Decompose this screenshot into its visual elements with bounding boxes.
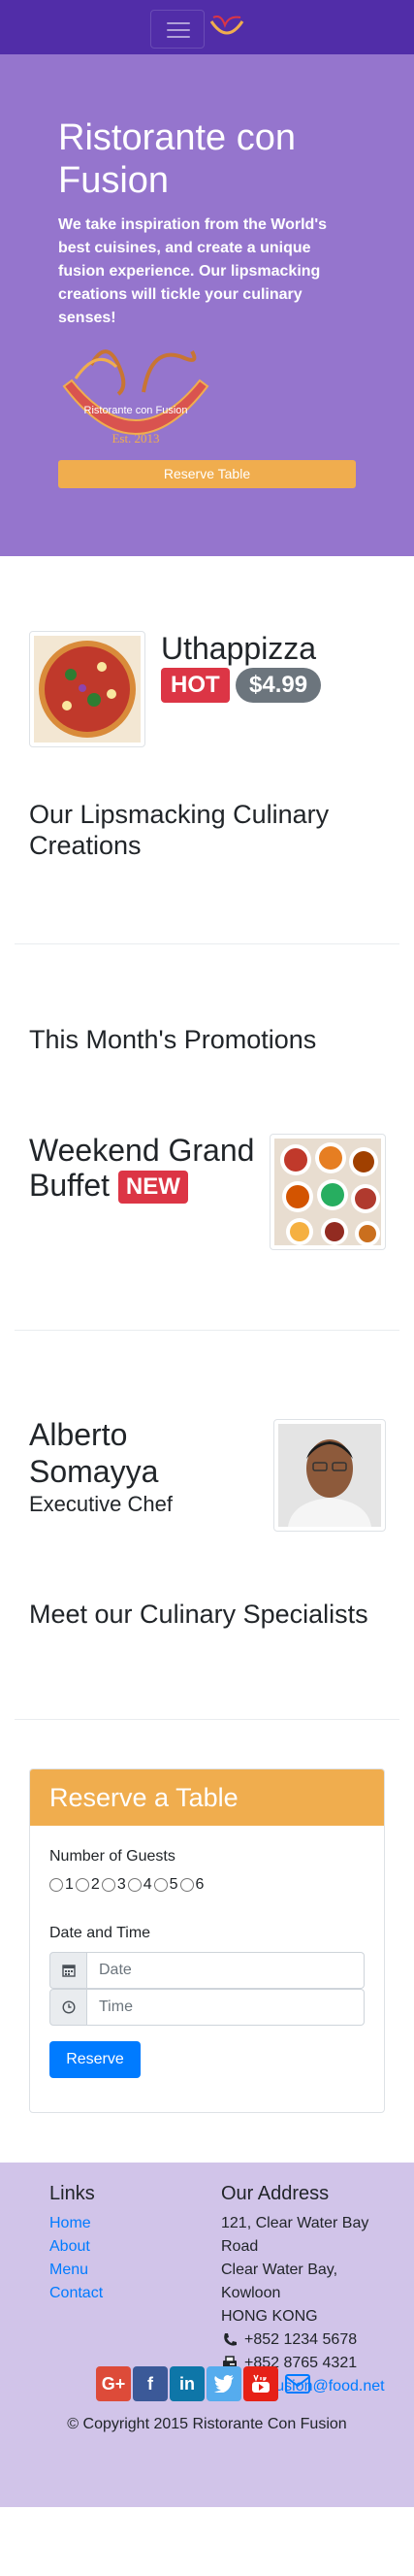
footer-link-contact[interactable]: Contact (49, 2282, 103, 2305)
divider (15, 1719, 399, 1720)
guests-label: Number of Guests (49, 1848, 175, 1865)
guest-option-label: 4 (143, 1876, 152, 1893)
guest-radio-2[interactable] (75, 1878, 89, 1892)
guest-radio-5[interactable] (153, 1878, 168, 1892)
price-badge: $4.99 (236, 668, 322, 703)
logo-text: Ristorante con Fusion (84, 405, 188, 416)
guest-radio-1[interactable] (49, 1878, 63, 1892)
guests-radio-group: 1 2 3 4 5 6 (49, 1876, 206, 1894)
hamburger-icon-bar (167, 36, 190, 38)
phone-row: +852 1234 5678 (221, 2328, 357, 2352)
guest-radio-4[interactable] (127, 1878, 142, 1892)
reserve-submit-button[interactable]: Reserve (49, 2041, 141, 2078)
time-input[interactable]: Time (87, 1989, 365, 2026)
navbar (0, 0, 414, 54)
address-line: 121, Clear Water Bay (221, 2215, 369, 2231)
reserve-card: Reserve a Table Number of Guests 1 2 3 4… (29, 1768, 385, 2113)
guest-option-label: 6 (195, 1876, 205, 1893)
leader-role: Executive Chef (29, 1492, 173, 1516)
jumbotron-text: We take inspiration from the World's bes… (58, 216, 328, 326)
mail-icon[interactable] (280, 2366, 315, 2401)
time-input-group: Time (49, 1989, 365, 2026)
address-line: Kowloon (221, 2285, 281, 2301)
guest-option-label: 5 (169, 1876, 178, 1893)
hamburger-icon-bar (167, 29, 190, 31)
guest-radio-6[interactable] (179, 1878, 194, 1892)
footer-link-about[interactable]: About (49, 2235, 90, 2259)
datetime-label: Date and Time (49, 1925, 151, 1941)
address-line: HONG KONG (221, 2308, 318, 2325)
promotions-title: This Month's Promotions (29, 1025, 317, 1054)
youtube-icon[interactable] (243, 2366, 278, 2401)
jumbotron: Ristorante con Fusion We take inspiratio… (0, 54, 414, 556)
address-line: Clear Water Bay, (221, 2262, 338, 2278)
jumbotron-title: Ristorante con Fusion (58, 117, 297, 201)
address-line: Road (221, 2238, 259, 2255)
guest-option-label: 1 (65, 1876, 74, 1893)
twitter-icon[interactable] (207, 2366, 241, 2401)
guest-radio-3[interactable] (101, 1878, 115, 1892)
specialists-title: Meet our Culinary Specialists (29, 1600, 368, 1629)
reserve-card-header: Reserve a Table (30, 1769, 384, 1826)
copyright: © Copyright 2015 Ristorante Con Fusion (67, 2416, 347, 2432)
date-input[interactable]: Date (87, 1952, 365, 1989)
hamburger-icon (167, 22, 190, 24)
guest-option-label: 2 (90, 1876, 100, 1893)
phone-number: +852 1234 5678 (244, 2331, 358, 2348)
restaurant-logo: Ristorante con Fusion Est. 2013 (62, 349, 209, 446)
footer-links-title: Links (49, 2183, 95, 2204)
dish-image (29, 631, 145, 747)
chef-portrait-icon (278, 1424, 381, 1527)
leader-name: Alberto Somayya (29, 1417, 159, 1489)
leader-photo (273, 1419, 386, 1532)
pizza-icon (34, 636, 141, 743)
linkedin-icon[interactable]: in (170, 2366, 205, 2401)
logo-est: Est. 2013 (111, 431, 159, 446)
phone-icon (224, 2333, 237, 2346)
divider (15, 943, 399, 944)
guest-option-label: 3 (116, 1876, 126, 1893)
date-input-group: Date (49, 1952, 365, 1989)
divider (15, 1330, 399, 1331)
promotion-image (270, 1134, 386, 1250)
hot-badge: HOT (161, 668, 230, 703)
reserve-table-button[interactable]: Reserve Table (58, 460, 356, 488)
buffet-icon (274, 1139, 381, 1246)
facebook-icon[interactable]: f (133, 2366, 168, 2401)
clock-icon (49, 1989, 87, 2026)
brand-logo[interactable] (207, 12, 246, 43)
google-plus-icon[interactable]: G+ (96, 2366, 131, 2401)
footer-link-home[interactable]: Home (49, 2212, 91, 2235)
footer-address-title: Our Address (221, 2183, 330, 2204)
new-badge: NEW (117, 1171, 188, 1204)
calendar-icon (49, 1952, 87, 1989)
promotion-name: Weekend Grand Buffet NEW (29, 1133, 262, 1204)
dish-name: Uthappizza (161, 631, 317, 666)
creations-title: Our Lipsmacking Culinary Creations (29, 800, 330, 860)
footer-link-menu[interactable]: Menu (49, 2259, 88, 2282)
navbar-toggler[interactable] (150, 10, 205, 49)
